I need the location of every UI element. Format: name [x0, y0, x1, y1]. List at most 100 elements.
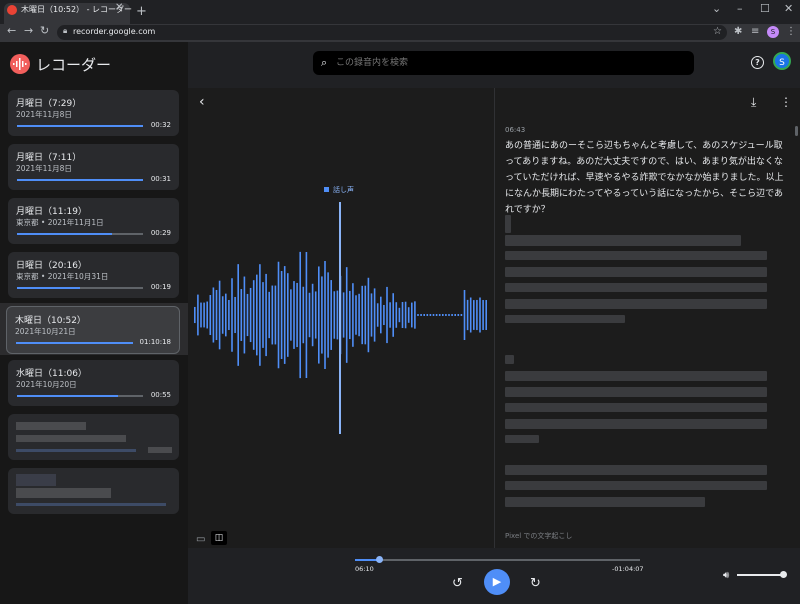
more-options-icon[interactable]: ⋮ — [780, 95, 792, 109]
waveform-bar — [448, 314, 450, 316]
help-icon[interactable]: ? — [751, 56, 764, 69]
back-nav-icon[interactable]: ← — [7, 24, 16, 37]
waveform-bar — [221, 296, 224, 334]
play-button[interactable]: ▶ — [484, 569, 510, 595]
transcript-scrollbar[interactable] — [795, 126, 798, 136]
recording-card[interactable]: 月曜日（11:19） 東京都 • 2021年11月1日 00:29 — [8, 198, 179, 244]
redacted-line — [505, 267, 767, 277]
speech-marker: 話し声 — [324, 185, 354, 195]
redacted-line — [505, 235, 741, 246]
waveform-bar — [429, 314, 432, 316]
waveform-bar — [302, 286, 305, 344]
redacted-line — [505, 465, 767, 475]
playback-thumb[interactable] — [376, 556, 383, 563]
waveform-bar — [376, 303, 379, 327]
waveform-bar — [411, 302, 413, 328]
waveform-bar — [330, 280, 332, 350]
recording-progress — [17, 287, 143, 289]
transcript-text[interactable]: あの普通にあのーそこら辺もちゃんと考慮して、あのスケジュール取ってありますね。あ… — [505, 138, 785, 218]
lock-icon[interactable]: 🔒︎ — [63, 26, 67, 36]
close-window-icon[interactable]: ✕ — [784, 2, 793, 15]
recording-subtitle: 2021年10月20日 — [16, 380, 77, 389]
recording-card[interactable]: 月曜日（7:11） 2021年11月8日 00:31 — [8, 144, 179, 190]
address-bar[interactable] — [57, 25, 727, 40]
rewind-icon[interactable]: ↺ — [452, 576, 463, 591]
browser-menu-icon[interactable]: ⋮ — [786, 26, 796, 37]
split-view-icon[interactable]: ◫ — [211, 531, 227, 545]
browser-profile-icon[interactable]: S — [767, 26, 779, 38]
recording-title: 水曜日（11:06） — [16, 369, 87, 379]
waveform-bar — [355, 295, 357, 335]
volume-slider[interactable] — [737, 574, 785, 576]
audio-waveform[interactable] — [188, 190, 494, 440]
recording-title: 月曜日（7:11） — [16, 153, 82, 163]
waveform-bar — [218, 280, 221, 350]
waveform-bar — [290, 289, 292, 341]
waveform-bar — [225, 293, 227, 337]
waveform-bar — [358, 293, 360, 337]
download-icon[interactable]: ⤓ — [751, 95, 756, 110]
waveform-bar — [435, 314, 438, 316]
redacted-recording-card[interactable] — [8, 468, 179, 514]
bookmark-star-icon[interactable]: ☆ — [713, 26, 722, 37]
waveform-bar — [240, 289, 243, 341]
redacted-line — [505, 387, 767, 397]
new-tab-icon[interactable]: + — [136, 4, 147, 19]
forward-nav-icon[interactable]: → — [24, 24, 33, 37]
recording-duration: 00:32 — [150, 121, 171, 129]
waveform-bar — [485, 300, 487, 330]
waveform-bar — [311, 283, 314, 347]
reload-icon[interactable]: ↻ — [40, 24, 49, 37]
waveform-bar — [243, 276, 246, 354]
tab-search-icon[interactable]: ⌄ — [712, 2, 721, 15]
extensions-icon[interactable]: ✱ — [734, 26, 742, 37]
waveform-bar — [438, 314, 441, 316]
speech-marker-icon — [324, 187, 329, 192]
recording-card-selected[interactable]: 木曜日（10:52） 2021年10月21日 01:10:18 — [6, 306, 180, 354]
avatar[interactable]: S — [773, 52, 791, 70]
redacted-line — [505, 497, 705, 507]
waveform-bar — [392, 293, 394, 337]
speech-marker-label: 話し声 — [333, 186, 354, 194]
waveform-bar — [389, 302, 391, 328]
waveform-bar — [445, 314, 447, 316]
waveform-bar — [200, 302, 202, 328]
waveform-bar — [321, 276, 323, 354]
redacted-line — [505, 481, 767, 490]
volume-icon[interactable]: 🔊︎ — [723, 570, 729, 581]
recording-card[interactable]: 日曜日（20:16） 東京都 • 2021年10月31日 00:19 — [8, 252, 179, 298]
playhead-line[interactable] — [339, 202, 341, 434]
waveform-bar — [398, 307, 401, 323]
waveform-bar — [367, 277, 370, 353]
back-chevron-icon[interactable]: ‹ — [199, 94, 205, 110]
playback-progress[interactable] — [355, 559, 640, 561]
waveform-bar — [333, 291, 336, 339]
waveform-bar — [212, 287, 215, 343]
waveform-bar — [364, 285, 367, 345]
waveform-bar — [407, 307, 410, 323]
single-view-icon[interactable]: ▭ — [196, 534, 205, 545]
recording-card[interactable]: 月曜日（7:29） 2021年11月8日 00:32 — [8, 90, 179, 136]
waveform-bar — [299, 251, 301, 379]
waveform-bar — [237, 264, 239, 366]
maximize-icon[interactable]: ☐ — [760, 2, 770, 15]
redacted-transcript — [505, 215, 785, 515]
search-input[interactable] — [336, 55, 676, 71]
waveform-bar — [342, 292, 345, 338]
recording-card[interactable]: 水曜日（11:06） 2021年10月20日 00:55 — [8, 360, 179, 406]
waveform-bar — [206, 301, 208, 329]
waveform-bar — [469, 297, 472, 333]
recording-duration: 00:55 — [150, 391, 171, 399]
forward-icon[interactable]: ↻ — [530, 576, 541, 591]
volume-thumb[interactable] — [780, 571, 787, 578]
waveform-bar — [373, 288, 376, 342]
waveform-bar — [265, 273, 267, 357]
redacted-line — [505, 299, 767, 309]
redacted-recording-card[interactable] — [8, 414, 179, 460]
waveform-bar — [460, 314, 463, 316]
reading-list-icon[interactable]: ≡ — [751, 26, 759, 37]
minimize-icon[interactable]: – — [737, 2, 743, 15]
close-tab-icon[interactable]: ✕ — [115, 2, 123, 13]
recording-title: 木曜日（10:52） — [15, 316, 86, 326]
url-text[interactable]: recorder.google.com — [73, 27, 155, 36]
